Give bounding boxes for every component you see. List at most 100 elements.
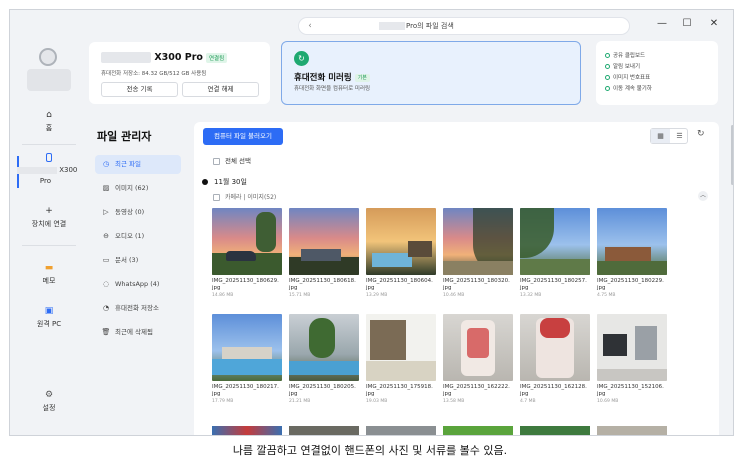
image-icon: ▨ — [102, 184, 110, 192]
fm-item-images[interactable]: ▨ 이미지 (62) — [95, 179, 181, 198]
photo-item[interactable]: IMG_20251130_162222. jpg 13.58 MB — [443, 314, 513, 404]
grid-view-icon[interactable]: ▦ — [651, 129, 670, 143]
feature-link[interactable]: 알림 보내기 — [605, 62, 640, 70]
plus-icon: + — [45, 206, 53, 216]
search-input[interactable]: ‹ Pro의 파일 검색 — [298, 17, 630, 35]
photo-filename: IMG_20251130_180618. jpg — [289, 278, 356, 291]
group-checkbox[interactable] — [213, 194, 220, 201]
list-view-icon[interactable]: ☰ — [670, 129, 689, 143]
file-list-panel: 컴퓨터 파일 불러오기 ▦ ☰ ↻ 전체 선택 11월 30일 카메라 | 이미… — [194, 122, 719, 435]
storage-info: 휴대전화 저장소: 84.32 GB/512 GB 사용됨 — [101, 71, 207, 77]
disconnect-button[interactable]: 연결 해제 — [182, 82, 259, 97]
photo-filename: IMG_20251130_180320. jpg — [443, 278, 510, 291]
feature-link[interactable]: 이동 계속 불기하 — [605, 84, 652, 92]
storage-icon: ◔ — [102, 304, 110, 312]
nav-home[interactable]: ⌂ 홈 — [10, 110, 88, 133]
photo-thumbnail[interactable] — [443, 426, 513, 435]
fm-item-recently-deleted[interactable]: 🗑 최근에 삭제됨 — [95, 323, 181, 342]
photo-filename: IMG_20251130_152106. jpg — [597, 384, 664, 397]
fm-item-videos[interactable]: ▷ 동영상 (0) — [95, 203, 181, 222]
photo-thumbnail[interactable] — [366, 426, 436, 435]
photo-filesize: 17.79 MB — [212, 399, 234, 404]
photo-item[interactable]: IMG_20251130_180217. jpg 17.79 MB — [212, 314, 282, 404]
feature-link[interactable]: 공유 클립보드 — [605, 51, 645, 59]
photo-item[interactable]: IMG_20251130_180629. jpg 14.86 MB — [212, 208, 282, 298]
photo-filename: IMG_20251130_162128. jpg — [520, 384, 587, 397]
monitor-icon: ▣ — [44, 306, 54, 316]
collapse-chevron-icon[interactable]: ︿ — [698, 191, 708, 201]
fm-item-recent[interactable]: ◷ 최근 파일 — [95, 155, 181, 174]
title-bar: ‹ Pro의 파일 검색 — ☐ ✕ — [10, 10, 733, 38]
back-arrow-icon[interactable]: ‹ — [305, 18, 315, 34]
features-card: 공유 클립보드 알림 보내기 이미지 번호표표 이동 계속 불기하 — [596, 41, 718, 105]
close-button[interactable]: ✕ — [707, 17, 721, 31]
minimize-button[interactable]: — — [655, 17, 669, 31]
avatar[interactable] — [39, 48, 57, 66]
fm-item-documents[interactable]: ▭ 문서 (3) — [95, 251, 181, 270]
photo-item[interactable]: IMG_20251130_180604. jpg 13.29 MB — [366, 208, 436, 298]
select-all-checkbox[interactable] — [213, 157, 220, 165]
fm-item-audio[interactable]: ⊖ 오디오 (1) — [95, 227, 181, 246]
photo-thumbnail[interactable] — [597, 426, 667, 435]
photo-filesize: 15.71 MB — [289, 293, 311, 298]
photo-thumbnail[interactable] — [443, 314, 513, 381]
search-placeholder: Pro의 파일 검색 — [379, 18, 454, 34]
device-title: X300 Pro — [154, 52, 203, 63]
fm-item-phone-storage[interactable]: ◔ 휴대전화 저장소 — [95, 299, 181, 318]
photo-thumbnail[interactable] — [289, 314, 359, 381]
photo-thumbnail[interactable] — [212, 314, 282, 381]
transfer-history-button[interactable]: 전송 기록 — [101, 82, 178, 97]
photo-item[interactable]: IMG_20251130_162128. jpg 4.7 MB — [520, 314, 590, 404]
photo-thumbnail[interactable] — [366, 208, 436, 275]
feature-icon — [605, 86, 610, 91]
photo-item[interactable]: IMG_20251130_180320. jpg 10.46 MB — [443, 208, 513, 298]
photo-item[interactable]: IMG_20251130_180205. jpg 21.21 MB — [289, 314, 359, 404]
photo-filename: IMG_20251130_180229. jpg — [597, 278, 664, 291]
file-manager-sidebar: 파일 관리자 ◷ 최근 파일 ▨ 이미지 (62) ▷ 동영상 (0) ⊖ 오디오 (1… — [89, 120, 189, 435]
caption-text: 나름 깔끔하고 연결없이 핸드폰의 사진 및 서류를 볼수 있음. — [232, 444, 508, 457]
nav-memo[interactable]: ▬ 메모 — [10, 263, 88, 286]
device-card: X300 Pro 연결됨 휴대전화 저장소: 84.32 GB/512 GB 사용… — [89, 42, 270, 104]
group-header[interactable]: 카메라 | 이미지(52) — [213, 192, 276, 201]
photo-item[interactable]: IMG_20251130_180257. jpg 13.32 MB — [520, 208, 590, 298]
feature-link[interactable]: 이미지 번호표표 — [605, 73, 650, 81]
fm-item-whatsapp[interactable]: ◌ WhatsApp (4) — [95, 275, 181, 294]
photo-thumbnail[interactable] — [520, 426, 590, 435]
scrollbar[interactable] — [731, 125, 733, 185]
nav-connect-device[interactable]: + 장치에 연결 — [10, 206, 88, 229]
audio-icon: ⊖ — [103, 232, 109, 240]
phone-mirroring-card[interactable]: ↻ 휴대전화 미러링 기본 휴대전화 화면을 컴퓨터로 미러링 — [281, 41, 581, 105]
photo-item[interactable]: IMG_20251130_180229. jpg 4.75 MB — [597, 208, 667, 298]
blurred-user-name — [27, 69, 71, 91]
photo-row-partial — [212, 426, 672, 435]
nav-remote-pc[interactable]: ▣ 원격 PC — [10, 306, 88, 329]
photo-thumbnail[interactable] — [597, 314, 667, 381]
photo-thumbnail[interactable] — [289, 426, 359, 435]
photo-thumbnail[interactable] — [366, 314, 436, 381]
photo-thumbnail[interactable] — [520, 314, 590, 381]
load-computer-files-button[interactable]: 컴퓨터 파일 불러오기 — [203, 128, 283, 145]
photo-thumbnail[interactable] — [212, 208, 282, 275]
home-icon: ⌂ — [46, 110, 52, 120]
select-all[interactable]: 전체 선택 — [213, 155, 251, 165]
mirroring-icon: ↻ — [294, 51, 309, 66]
photo-thumbnail[interactable] — [443, 208, 513, 275]
photo-item[interactable]: IMG_20251130_175918. jpg 19.03 MB — [366, 314, 436, 404]
memo-icon: ▬ — [44, 263, 54, 273]
nav-settings[interactable]: ⚙ 설정 — [10, 390, 88, 413]
photo-thumbnail[interactable] — [289, 208, 359, 275]
blurred-device-name — [17, 166, 57, 174]
refresh-icon[interactable]: ↻ — [697, 129, 705, 139]
photo-item[interactable]: IMG_20251130_180618. jpg 15.71 MB — [289, 208, 359, 298]
photo-thumbnail[interactable] — [597, 208, 667, 275]
whatsapp-icon: ◌ — [102, 280, 110, 288]
photo-thumbnail[interactable] — [212, 426, 282, 435]
maximize-button[interactable]: ☐ — [680, 17, 694, 31]
blurred-device-name — [379, 22, 405, 30]
feature-icon — [605, 75, 610, 80]
nav-device[interactable]: X300 Pro — [17, 153, 81, 191]
photo-item[interactable]: IMG_20251130_152106. jpg 10.69 MB — [597, 314, 667, 404]
divider — [22, 144, 76, 145]
photo-thumbnail[interactable] — [520, 208, 590, 275]
mirroring-subtitle: 휴대전화 화면을 컴퓨터로 미러링 — [294, 86, 371, 92]
